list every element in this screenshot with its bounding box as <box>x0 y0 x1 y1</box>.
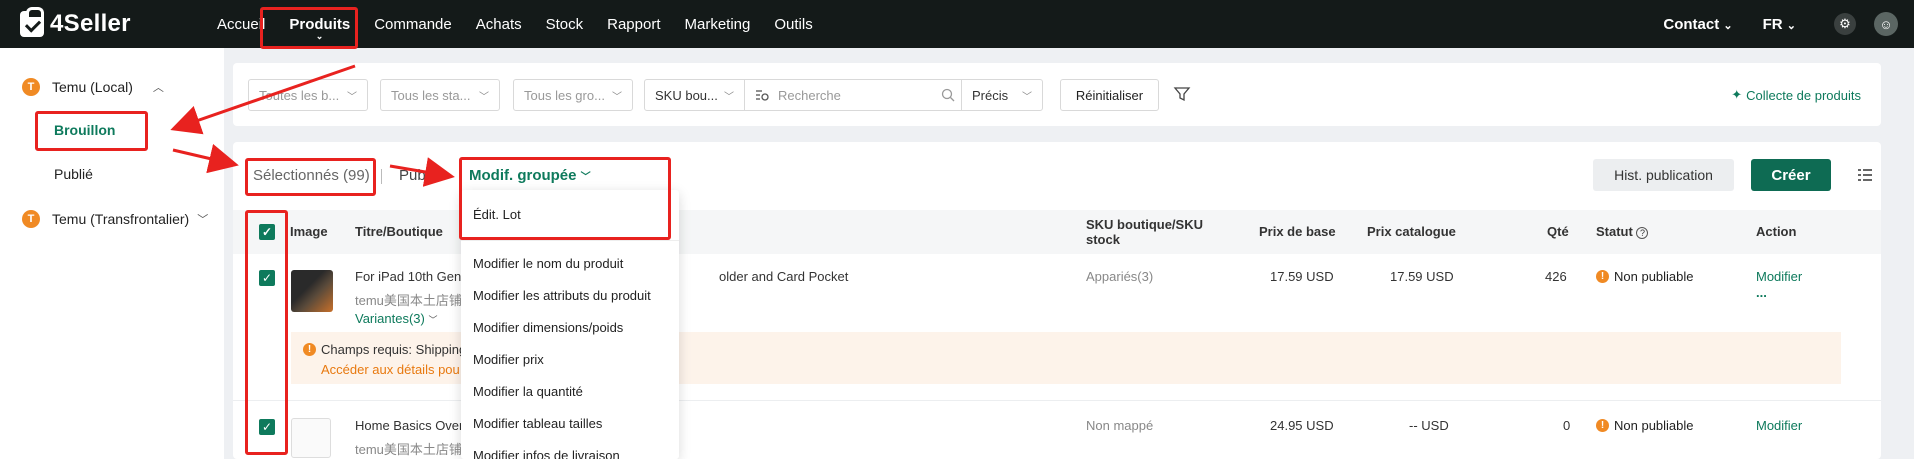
annotation-arrow <box>170 64 356 135</box>
annotation-arrow <box>172 143 239 174</box>
annotation-arrow <box>389 157 455 187</box>
annotation-arrows <box>170 64 455 187</box>
